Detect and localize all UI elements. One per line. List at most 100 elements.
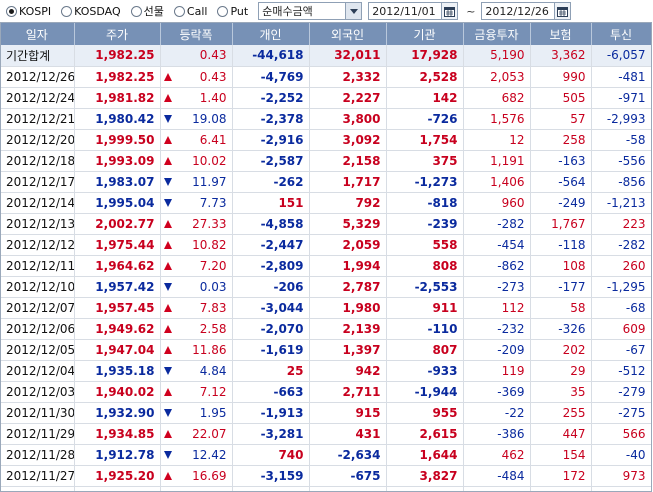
financial-investment-cell: -273 [463,276,531,298]
radio-put[interactable]: Put [217,5,248,18]
table-row[interactable]: 2012/12/07 1,957.45 7.83 -3,044 1,980 911 112 5… [0,297,652,319]
column-header-foreign[interactable]: 외국인 [309,23,387,45]
table-row[interactable]: 2012/12/03 1,940.02 7.12 -663 2,711 -1,944 -36… [0,381,652,403]
institution-cell: -818 [386,192,464,214]
summary-row[interactable]: 기간합계 1,982.25 0.43 -44,618 32,011 17,928 5,190… [0,45,652,67]
date-cell: 2012/11/29 [0,423,75,445]
start-date-field[interactable]: 2012/11/01 [368,2,459,20]
table-row[interactable]: 2012/12/18 1,993.09 10.02 -2,587 2,158 375 1,1… [0,150,652,172]
change-cell: 1.95 [160,402,233,424]
price-cell: 1,957.45 [74,297,161,319]
change-value: 0.03 [199,279,227,294]
down-arrow-icon [163,177,172,186]
financial-investment-cell: 1,406 [463,171,531,193]
trust-cell: 566 [591,423,652,445]
radio-kospi[interactable]: KOSPI [6,5,51,18]
trust-cell: -275 [591,402,652,424]
table-row[interactable]: 2012/12/26 1,982.25 0.43 -4,769 2,332 2,528 2,… [0,66,652,88]
date-cell: 2012/12/17 [0,171,75,193]
price-cell: 1,934.85 [74,423,161,445]
date-cell: 2012/12/21 [0,108,75,130]
financial-investment-cell: 5,190 [463,45,531,67]
radio-kosdaq[interactable]: KOSDAQ [61,5,121,18]
trust-cell: -318 [591,486,652,492]
table-row[interactable]: 2012/12/04 1,935.18 4.84 25 942 -933 119 29 -512 [0,360,652,382]
change-cell: 1.40 [160,87,233,109]
date-cell: 2012/11/28 [0,444,75,466]
trust-cell: 973 [591,465,652,487]
change-cell: 7.12 [160,381,233,403]
table-row[interactable]: 2012/12/14 1,995.04 7.73 151 792 -818 960 -249-… [0,192,652,214]
end-date-field[interactable]: 2012/12/26 [481,2,572,20]
individual-cell: -1,619 [232,339,310,361]
column-header-financial-investment[interactable]: 금융투자 [463,23,531,45]
table-row[interactable]: 2012/12/20 1,999.50 6.41 -2,916 3,092 1,754 12… [0,129,652,151]
table-row[interactable]: 2012/12/13 2,002.77 27.33 -4,858 5,329 -239 -2… [0,213,652,235]
foreign-cell: 32,011 [309,45,387,67]
calendar-icon[interactable] [554,3,571,19]
institution-cell: 17,928 [386,45,464,67]
table-row[interactable]: 2012/12/17 1,983.07 11.97 -262 1,717 -1,273 1,… [0,171,652,193]
table-row[interactable]: 2012/12/06 1,949.62 2.58 -2,070 2,139 -110 -23… [0,318,652,340]
column-header-trust[interactable]: 투신 [591,23,652,45]
column-header-insurance[interactable]: 보험 [530,23,592,45]
change-value: 0.43 [199,48,227,63]
up-arrow-icon [163,429,172,438]
table-row[interactable]: 2012/12/11 1,964.62 7.20 -2,809 1,994 808 -862… [0,255,652,277]
insurance-cell: -163 [530,150,592,172]
table-row[interactable]: 2012/11/29 1,934.85 22.07 -3,281 431 2,615 -38… [0,423,652,445]
price-cell: 1,947.04 [74,339,161,361]
up-arrow-icon [163,261,172,270]
table-row[interactable]: 2012/11/261,908.512.82-936267676-182-282… [0,486,652,492]
institution-cell: -110 [386,318,464,340]
institution-cell: 142 [386,87,464,109]
foreign-cell: 5,329 [309,213,387,235]
individual-cell: -2,447 [232,234,310,256]
change-value: 7.83 [199,300,227,315]
insurance-cell: 57 [530,108,592,130]
column-header-price[interactable]: 주가 [74,23,161,45]
individual-cell: -2,252 [232,87,310,109]
table-row[interactable]: 2012/12/10 1,957.42 0.03 -206 2,787 -2,553 -27… [0,276,652,298]
table-row[interactable]: 2012/12/21 1,980.42 19.08 -2,378 3,800 -726 1,… [0,108,652,130]
column-header-institution[interactable]: 기관 [386,23,464,45]
calendar-icon[interactable] [441,3,458,19]
price-cell: 1,912.78 [74,444,161,466]
table-row[interactable]: 2012/11/30 1,932.90 1.95 -1,913 915 955 -22 255… [0,402,652,424]
table-row[interactable]: 2012/12/05 1,947.04 11.86 -1,619 1,397 807 -20… [0,339,652,361]
down-arrow-icon [163,282,172,291]
radio-empty-icon [61,5,73,17]
change-cell: 7.83 [160,297,233,319]
date-cell: 2012/12/14 [0,192,75,214]
radio-futures[interactable]: 선물 [130,3,164,19]
change-value: 2.58 [199,321,227,336]
trust-cell: -481 [591,66,652,88]
change-value: 7.73 [199,195,227,210]
table-row[interactable]: 2012/12/12 1,975.44 10.82 -2,447 2,059 558 -45… [0,234,652,256]
mode-select[interactable]: 순매수금액 [258,2,363,20]
column-header-date[interactable]: 일자 [0,23,75,45]
individual-cell: -4,858 [232,213,310,235]
table-row[interactable]: 2012/11/27 1,925.20 16.69 -3,159 -675 3,827 -4… [0,465,652,487]
change-cell: 19.08 [160,108,233,130]
change-value: 10.82 [192,237,227,252]
table-row[interactable]: 2012/12/24 1,981.82 1.40 -2,252 2,227 142 682 5… [0,87,652,109]
date-cell: 2012/12/07 [0,297,75,319]
date-cell: 2012/12/18 [0,150,75,172]
column-header-individual[interactable]: 개인 [232,23,310,45]
price-cell: 1,982.25 [74,66,161,88]
radio-call[interactable]: Call [173,5,207,18]
financial-investment-cell: -862 [463,255,531,277]
insurance-cell: -282 [530,486,592,492]
price-cell: 1,999.50 [74,129,161,151]
foreign-cell: 1,397 [309,339,387,361]
change-value: 22.07 [192,426,227,441]
column-header-change[interactable]: 등락폭 [160,23,233,45]
radio-empty-icon [173,5,185,17]
institution-cell: -1,944 [386,381,464,403]
dropdown-arrow-icon[interactable] [345,3,362,19]
table-row[interactable]: 2012/11/28 1,912.78 12.42 740 -2,634 1,644 462… [0,444,652,466]
table-header-row: 일자 주가 등락폭 개인 외국인 기관 금융투자 보험 투신 [0,23,652,45]
change-cell: 0.03 [160,276,233,298]
change-value: 1.95 [199,405,227,420]
